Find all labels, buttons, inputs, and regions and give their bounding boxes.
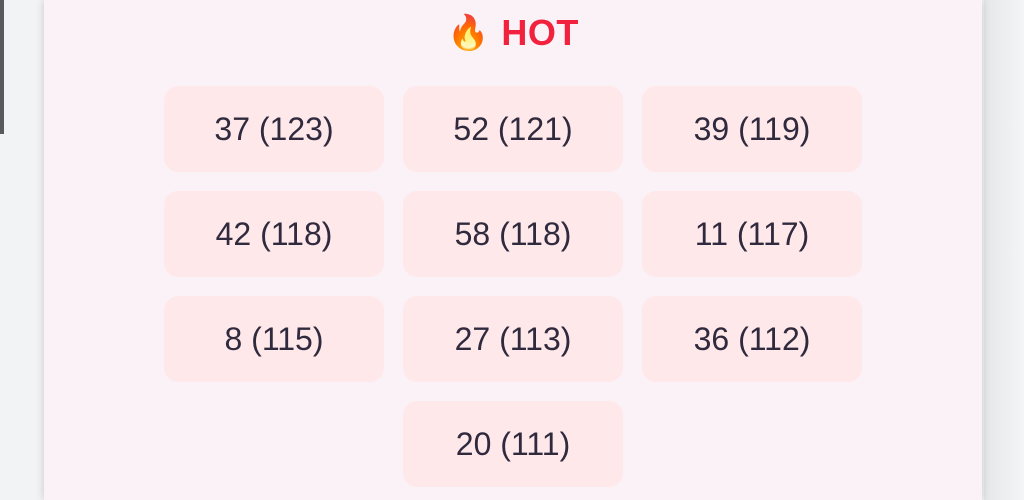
left-window-edge-lower (0, 134, 4, 500)
section-title: HOT (501, 12, 579, 53)
number-chip[interactable]: 20 (111) (403, 401, 623, 487)
hot-numbers-panel: 🔥 HOT 37 (123) 52 (121) 39 (119) 42 (118… (44, 0, 982, 500)
right-background (984, 0, 1024, 500)
number-chip[interactable]: 11 (117) (642, 191, 862, 277)
section-header: 🔥 HOT (44, 12, 982, 54)
number-chip[interactable]: 58 (118) (403, 191, 623, 277)
number-chip[interactable]: 27 (113) (403, 296, 623, 382)
hot-number-grid: 37 (123) 52 (121) 39 (119) 42 (118) 58 (… (44, 86, 982, 487)
fire-icon: 🔥 (447, 14, 490, 52)
number-chip[interactable]: 36 (112) (642, 296, 862, 382)
screen: 🔥 HOT 37 (123) 52 (121) 39 (119) 42 (118… (0, 0, 1024, 500)
number-chip[interactable]: 52 (121) (403, 86, 623, 172)
number-chip[interactable]: 39 (119) (642, 86, 862, 172)
number-chip[interactable]: 37 (123) (164, 86, 384, 172)
left-window-edge (0, 0, 4, 134)
number-chip[interactable]: 8 (115) (164, 296, 384, 382)
number-chip[interactable]: 42 (118) (164, 191, 384, 277)
